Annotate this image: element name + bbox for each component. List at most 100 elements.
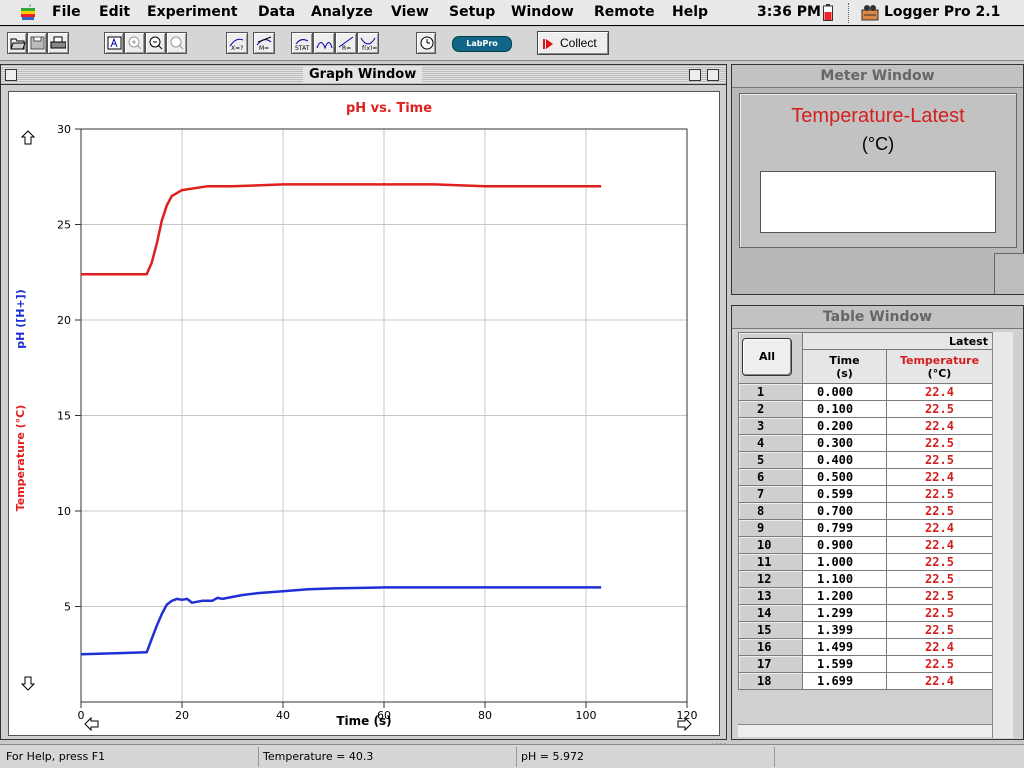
time-cell[interactable]: 0.200 [802, 417, 887, 435]
time-cell[interactable]: 0.900 [802, 536, 887, 554]
temperature-cell[interactable]: 22.4 [886, 468, 993, 486]
x-scroll-left-arrow-icon[interactable] [84, 716, 99, 732]
time-cell[interactable]: 1.599 [802, 655, 887, 673]
menu-view[interactable]: View [391, 4, 429, 20]
linear-fit-button[interactable]: R= [335, 32, 357, 54]
print-button[interactable] [47, 32, 69, 54]
menu-edit[interactable]: Edit [99, 4, 130, 20]
temperature-cell[interactable]: 22.5 [886, 502, 993, 520]
table-row[interactable]: 1 0.000 22.4 [738, 383, 993, 401]
temperature-cell[interactable]: 22.5 [886, 434, 993, 452]
menu-file[interactable]: File [52, 4, 81, 20]
zoom-out-button[interactable] [145, 32, 166, 54]
time-cell[interactable]: 1.699 [802, 672, 887, 690]
tangent-button[interactable]: M= [253, 32, 275, 54]
menu-analyze[interactable]: Analyze [311, 4, 373, 20]
graph-area[interactable]: 0 20 40 60 80 100 120 5 10 15 20 25 30 pH vs. Time Tim… [8, 91, 726, 757]
table-row[interactable]: 10 0.900 22.4 [738, 536, 993, 554]
table-row[interactable]: 6 0.500 22.4 [738, 468, 993, 486]
all-rows-button[interactable]: All [742, 338, 792, 376]
menu-data[interactable]: Data [258, 4, 295, 20]
integral-button[interactable] [313, 32, 335, 54]
time-cell[interactable]: 1.499 [802, 638, 887, 656]
time-cell[interactable]: 0.599 [802, 485, 887, 503]
time-cell[interactable]: 1.200 [802, 587, 887, 605]
chart[interactable]: 0 20 40 60 80 100 12051015202530pH vs. TimeTim… [9, 92, 719, 735]
table-row[interactable]: 17 1.599 22.5 [738, 655, 993, 673]
menu-experiment[interactable]: Experiment [147, 4, 238, 20]
time-cell[interactable]: 1.399 [802, 621, 887, 639]
temperature-cell[interactable]: 22.5 [886, 485, 993, 503]
table-row[interactable]: 14 1.299 22.5 [738, 604, 993, 622]
application-name[interactable]: Logger Pro 2.1 [884, 4, 1000, 20]
time-cell[interactable]: 0.400 [802, 451, 887, 469]
menu-window[interactable]: Window [511, 4, 574, 20]
column-header-temperature[interactable]: Temperature (°C) [886, 349, 993, 384]
time-cell[interactable]: 0.700 [802, 502, 887, 520]
labpro-button[interactable]: LabPro [452, 36, 512, 52]
time-cell[interactable]: 0.300 [802, 434, 887, 452]
table-row[interactable]: 5 0.400 22.5 [738, 451, 993, 469]
temperature-cell[interactable]: 22.4 [886, 383, 993, 401]
table-horizontal-scrollbar[interactable] [738, 724, 992, 737]
statistics-button[interactable]: STAT [291, 32, 313, 54]
table-row[interactable]: 18 1.699 22.4 [738, 672, 993, 690]
table-row[interactable]: 11 1.000 22.5 [738, 553, 993, 571]
y-scroll-up-arrow-icon[interactable] [20, 130, 36, 145]
column-header-time[interactable]: Time (s) [802, 349, 887, 384]
table-row[interactable]: 7 0.599 22.5 [738, 485, 993, 503]
time-cell[interactable]: 1.299 [802, 604, 887, 622]
temperature-cell[interactable]: 22.5 [886, 400, 993, 418]
temperature-cell[interactable]: 22.4 [886, 638, 993, 656]
meter-panel[interactable]: Temperature-Latest (°C) [739, 93, 1017, 248]
temperature-cell[interactable]: 22.5 [886, 587, 993, 605]
table-row[interactable]: 2 0.100 22.5 [738, 400, 993, 418]
temperature-cell[interactable]: 22.5 [886, 451, 993, 469]
table-row[interactable]: 8 0.700 22.5 [738, 502, 993, 520]
temperature-cell[interactable]: 22.4 [886, 536, 993, 554]
autoscale-button[interactable] [104, 32, 124, 54]
temperature-cell[interactable]: 22.4 [886, 672, 993, 690]
table-vertical-scrollbar[interactable] [992, 332, 1013, 738]
temperature-cell[interactable]: 22.4 [886, 417, 993, 435]
time-cell[interactable]: 0.100 [802, 400, 887, 418]
table-row[interactable]: 12 1.100 22.5 [738, 570, 993, 588]
temperature-cell[interactable]: 22.4 [886, 519, 993, 537]
open-button[interactable] [7, 32, 27, 54]
y-scroll-down-arrow-icon[interactable] [20, 676, 36, 691]
collect-button[interactable]: Collect [537, 31, 609, 55]
temperature-cell[interactable]: 22.5 [886, 621, 993, 639]
table-row[interactable]: 13 1.200 22.5 [738, 587, 993, 605]
time-cell[interactable]: 1.000 [802, 553, 887, 571]
table-row[interactable]: 3 0.200 22.4 [738, 417, 993, 435]
menu-help[interactable]: Help [672, 4, 708, 20]
time-cell[interactable]: 0.000 [802, 383, 887, 401]
battery-icon[interactable] [823, 4, 833, 21]
apple-logo-icon[interactable] [20, 3, 36, 21]
temperature-cell[interactable]: 22.5 [886, 570, 993, 588]
curve-fit-button[interactable]: f(x)= [357, 32, 379, 54]
time-cell[interactable]: 0.799 [802, 519, 887, 537]
time-cell[interactable]: 0.500 [802, 468, 887, 486]
time-cell[interactable]: 1.100 [802, 570, 887, 588]
table-row[interactable]: 9 0.799 22.4 [738, 519, 993, 537]
application-menu-icon[interactable] [861, 4, 879, 21]
meter-resize-corner[interactable] [994, 253, 1024, 294]
table-row[interactable]: 4 0.300 22.5 [738, 434, 993, 452]
temperature-cell[interactable]: 22.5 [886, 655, 993, 673]
table-row[interactable]: 15 1.399 22.5 [738, 621, 993, 639]
temperature-cell[interactable]: 22.5 [886, 553, 993, 571]
zoom-in-button[interactable] [124, 32, 145, 54]
save-button[interactable] [27, 32, 47, 54]
zoom-box-icon[interactable] [689, 69, 701, 81]
temperature-cell[interactable]: 22.5 [886, 604, 993, 622]
graph-window-titlebar[interactable]: Graph Window [1, 65, 726, 85]
table-row[interactable]: 16 1.499 22.4 [738, 638, 993, 656]
data-collection-setup-button[interactable] [416, 32, 436, 54]
examine-button[interactable]: X=? [226, 32, 248, 54]
menu-remote[interactable]: Remote [594, 4, 655, 20]
menu-clock[interactable]: 3:36 PM [757, 4, 821, 20]
collapse-box-icon[interactable] [707, 69, 719, 81]
menu-setup[interactable]: Setup [449, 4, 495, 20]
zoom-button[interactable] [166, 32, 187, 54]
